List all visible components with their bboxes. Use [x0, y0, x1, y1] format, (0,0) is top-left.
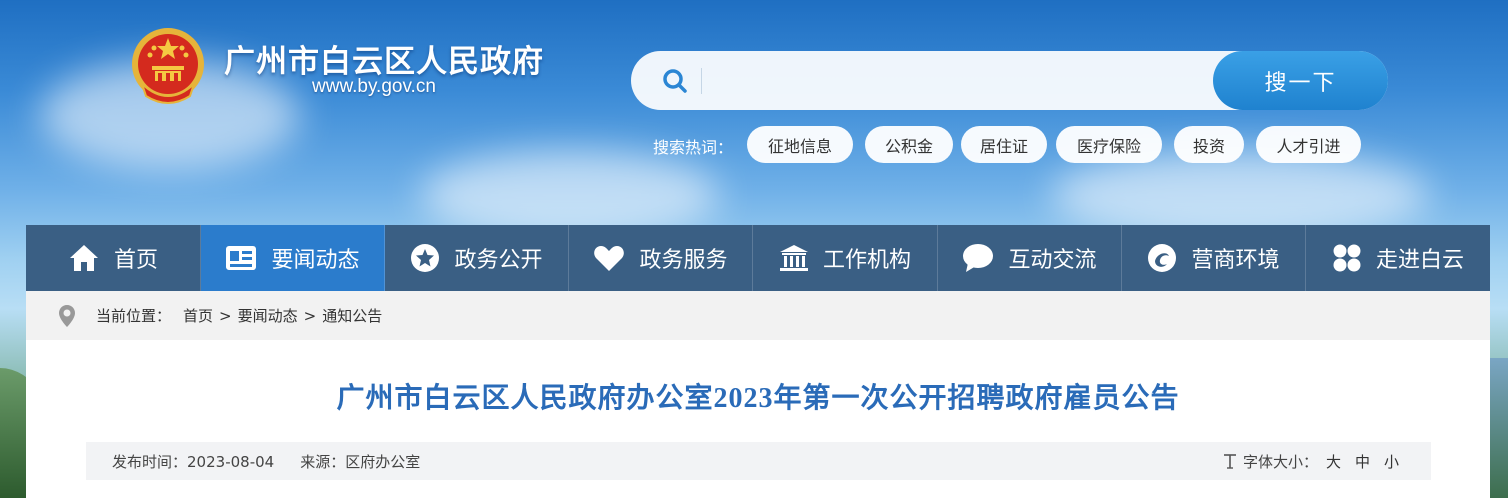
- source-label: 来源：: [300, 452, 346, 471]
- hot-term-tag[interactable]: 医疗保险: [1056, 126, 1162, 163]
- source-value: 区府办公室: [345, 452, 421, 471]
- article-source: 来源：区府办公室: [300, 451, 420, 472]
- nav-item-news[interactable]: 要闻动态: [201, 225, 385, 291]
- hot-search-label: 搜索热词：: [653, 138, 734, 157]
- nav-item-label: 要闻动态: [271, 248, 360, 273]
- nav-item-label: 互动交流: [1008, 248, 1097, 273]
- grid-icon: [1333, 244, 1361, 272]
- nav-item-agencies[interactable]: 工作机构: [753, 225, 938, 291]
- nav-item-label: 工作机构: [822, 248, 911, 273]
- home-icon: [69, 245, 98, 271]
- building-icon: [779, 245, 808, 271]
- nav-item-about[interactable]: 走进白云: [1306, 225, 1490, 291]
- font-size-icon: [1223, 454, 1236, 469]
- hot-term-tag[interactable]: 人才引进: [1256, 126, 1361, 163]
- nav-item-gov-service[interactable]: 政务服务: [569, 225, 753, 291]
- hot-term-tag[interactable]: 公积金: [865, 126, 953, 163]
- publish-date-value: 2023-08-04: [187, 452, 275, 471]
- search-icon: [663, 69, 687, 93]
- news-icon: [226, 246, 257, 270]
- breadcrumb-separator: >: [303, 306, 317, 325]
- publish-label: 发布时间：: [112, 452, 188, 471]
- font-size-label: 字体大小：: [1242, 452, 1318, 471]
- site-title[interactable]: 广州市白云区人民政府: [224, 36, 544, 81]
- hot-term-tag[interactable]: 征地信息: [747, 126, 853, 163]
- font-size-small-button[interactable]: 小: [1384, 451, 1399, 472]
- article-meta-bar: 发布时间：2023-08-04 来源：区府办公室 字体大小： 大 中 小: [86, 442, 1431, 480]
- hot-term-tag[interactable]: 居住证: [961, 126, 1047, 163]
- nav-item-interaction[interactable]: 互动交流: [938, 225, 1122, 291]
- breadcrumb-link-notice[interactable]: 通知公告: [322, 305, 382, 326]
- font-size-large-button[interactable]: 大: [1326, 451, 1341, 472]
- swirl-icon: [1148, 244, 1177, 272]
- hot-term-tag[interactable]: 投资: [1174, 126, 1244, 163]
- nav-item-label: 首页: [113, 248, 158, 273]
- font-size-medium-button[interactable]: 中: [1355, 451, 1370, 472]
- nav-item-business[interactable]: 营商环境: [1122, 225, 1306, 291]
- nav-item-label: 营商环境: [1191, 248, 1280, 273]
- breadcrumb-link-home[interactable]: 首页: [183, 305, 213, 326]
- location-pin-icon: [59, 304, 75, 327]
- chat-icon: [963, 244, 994, 272]
- nav-item-label: 走进白云: [1375, 248, 1464, 273]
- article-container: 广州市白云区人民政府办公室2023年第一次公开招聘政府雇员公告 发布时间：202…: [26, 340, 1490, 498]
- nav-item-home[interactable]: 首页: [26, 225, 201, 291]
- breadcrumb: 当前位置： 首页 > 要闻动态 > 通知公告: [26, 291, 1490, 340]
- star-icon: [411, 244, 440, 272]
- publish-date: 发布时间：2023-08-04: [112, 451, 274, 472]
- search-button[interactable]: 搜一下: [1213, 51, 1388, 110]
- nav-item-gov-open[interactable]: 政务公开: [385, 225, 569, 291]
- national-emblem-icon: [132, 28, 204, 104]
- nav-item-label: 政务公开: [454, 248, 543, 273]
- site-url[interactable]: www.by.gov.cn: [312, 76, 436, 98]
- search-input[interactable]: [715, 65, 1195, 97]
- breadcrumb-separator: >: [219, 306, 232, 325]
- main-nav: 首页 要闻动态 政务公开 政务服务 工作机构 互动交流 营商环境 走进白云: [26, 225, 1490, 291]
- breadcrumb-link-news[interactable]: 要闻动态: [238, 305, 298, 326]
- search-divider: [701, 68, 702, 94]
- nav-item-label: 政务服务: [639, 248, 728, 273]
- heart-icon: [594, 246, 625, 271]
- breadcrumb-prefix: 当前位置：: [96, 307, 172, 325]
- search-box: 搜一下: [631, 51, 1388, 110]
- article-title: 广州市白云区人民政府办公室2023年第一次公开招聘政府雇员公告: [336, 383, 1180, 414]
